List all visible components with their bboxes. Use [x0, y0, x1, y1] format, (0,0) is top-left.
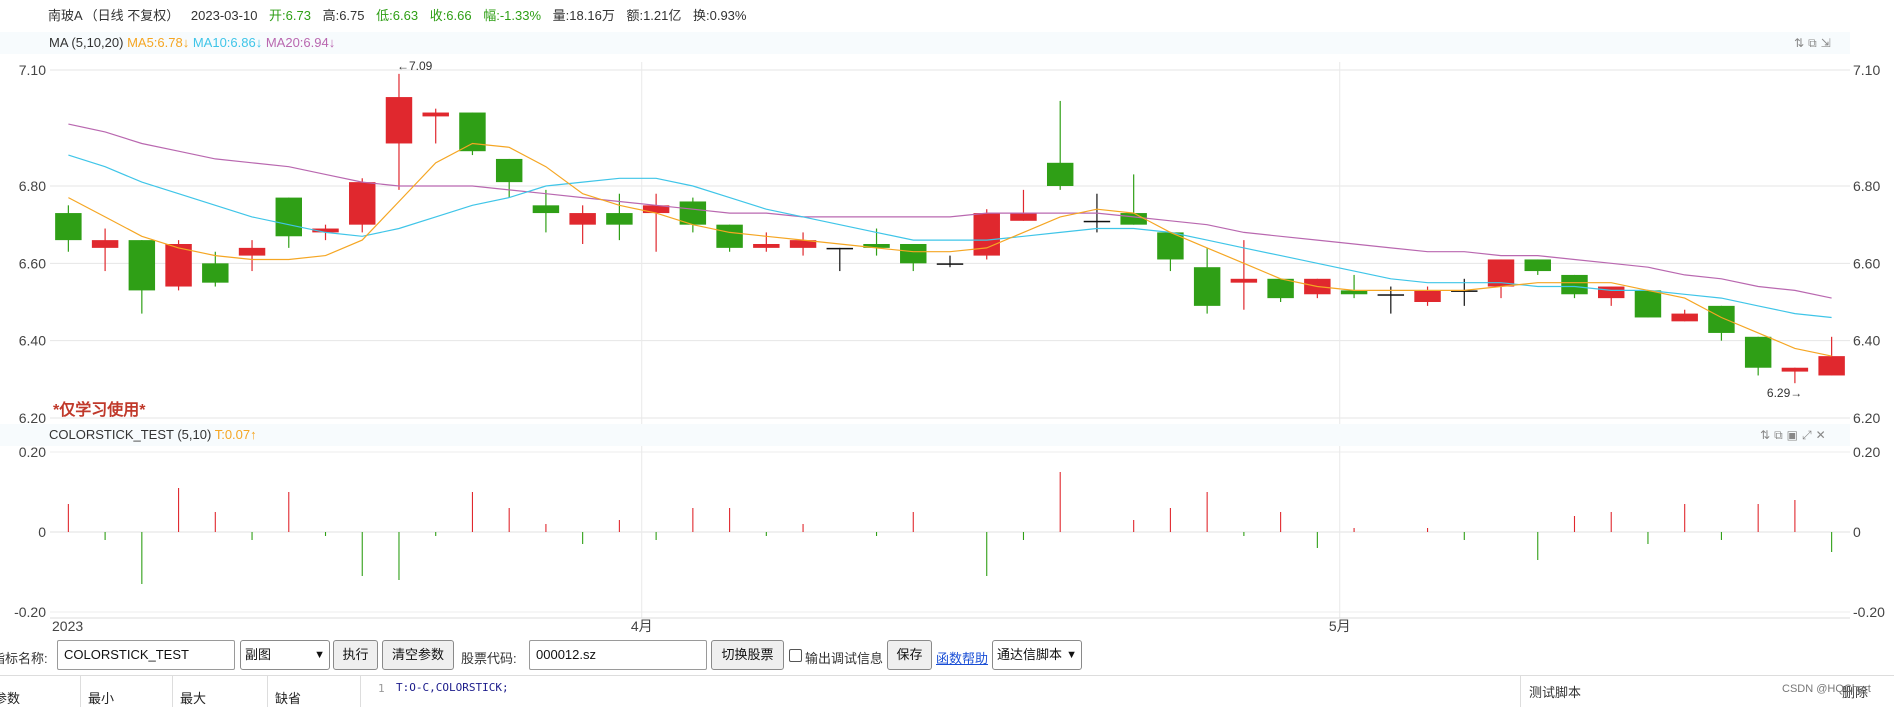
candle-body: [1561, 274, 1588, 295]
candle-body: [1671, 313, 1698, 322]
param-header: 参数: [0, 691, 21, 706]
candle-body: [1267, 278, 1294, 299]
watermark: *仅学习使用*: [53, 400, 146, 419]
candle-body: [459, 112, 486, 152]
chevron-down-icon: ▼: [314, 649, 325, 661]
candle-body: [1120, 213, 1147, 225]
candle-body: [495, 158, 523, 183]
y-tick-label-right: 6.60: [1853, 255, 1880, 271]
candle-body: [1818, 356, 1845, 376]
candle-body: [1524, 259, 1551, 272]
candle-body: [936, 263, 964, 265]
y-tick-label-left: 6.60: [19, 255, 46, 271]
min-header: 最小: [88, 691, 115, 706]
candle-body: [1193, 267, 1221, 306]
x-tick-label: 2023: [52, 618, 83, 634]
y-tick-label-left: 6.20: [19, 410, 46, 426]
x-tick-label: 5月: [1329, 618, 1351, 634]
candle-body: [900, 244, 927, 264]
candle-body: [1634, 290, 1662, 318]
function-help-link[interactable]: 函数帮助: [936, 648, 988, 667]
ma20-line: [68, 123, 1832, 299]
indicator-name-label: 指标名称:: [0, 651, 48, 666]
y-tick-label-right: 6.20: [1853, 410, 1880, 426]
candle-body: [1230, 278, 1258, 283]
script-code: T:O-C,COLORSTICK;: [396, 681, 509, 694]
chart-type-value: 副图: [245, 647, 272, 662]
bottom-panel: 参数 最小 最大 缺省 1 T:O-C,COLORSTICK; 测试脚本 删除 …: [0, 675, 1894, 707]
credit-text: CSDN @HQChart: [1782, 683, 1871, 695]
candle-body: [275, 197, 302, 237]
candle-body: [1010, 213, 1037, 221]
script-type-value: 通达信脚本: [997, 647, 1063, 662]
x-tick-label: 4月: [631, 618, 653, 634]
candle-body: [716, 224, 743, 248]
ma-lines: [68, 123, 1832, 357]
y-tick-label-right: 7.10: [1853, 62, 1880, 78]
y-tick-label-right: 6.40: [1853, 333, 1880, 349]
switch-stock-button[interactable]: 切换股票: [711, 640, 784, 670]
candle-body: [1046, 162, 1074, 186]
candle-body: [753, 244, 780, 248]
sub-y-tick-label-left: 0.20: [19, 444, 46, 460]
candle-body: [1377, 294, 1405, 296]
candles: [55, 73, 1845, 384]
candle-body: [1781, 367, 1809, 372]
candle-body: [55, 213, 82, 241]
sub-y-tick-label-right: 0: [1853, 524, 1861, 540]
axes: 7.10 7.10 6.80 6.80 6.60 6.60 6.40 6.40 6.20 6.20…: [14, 62, 1885, 634]
candle-body: [606, 213, 633, 225]
candle-body: [128, 240, 156, 291]
chart-type-select[interactable]: 副图 ▼: [240, 640, 330, 670]
high-annotation: ←7.09: [397, 59, 433, 73]
run-button[interactable]: 执行: [333, 640, 378, 670]
chart-grid: [50, 62, 1850, 619]
clear-params-button[interactable]: 清空参数: [382, 640, 454, 670]
candle-body: [1598, 286, 1625, 299]
candle-body: [1414, 290, 1441, 302]
test-script-label: 测试脚本: [1529, 685, 1582, 700]
y-tick-label-left: 7.10: [19, 62, 46, 78]
candle-body: [1083, 220, 1111, 223]
indicator-name-input[interactable]: COLORSTICK_TEST: [57, 640, 235, 670]
candle-body: [238, 247, 266, 256]
candle-body: [202, 263, 229, 283]
candle-body: [385, 97, 413, 144]
colorsticks: [67, 472, 1833, 584]
y-tick-label-left: 6.80: [19, 178, 46, 194]
y-tick-label-right: 6.80: [1853, 178, 1880, 194]
sub-y-tick-label-right: -0.20: [1853, 604, 1885, 620]
indicator-toolbar: 指标名称: COLORSTICK_TEST 副图▼ 执行 清空参数 股票代码: …: [0, 640, 1894, 672]
candle-body: [349, 182, 376, 225]
y-tick-label-left: 6.40: [19, 333, 46, 349]
sub-y-tick-label-right: 0.20: [1853, 444, 1880, 460]
save-button[interactable]: 保存: [887, 640, 932, 670]
line-number: 1: [378, 682, 385, 695]
stock-code-label: 股票代码:: [461, 651, 517, 666]
candle-body: [1744, 336, 1772, 368]
stock-code-input[interactable]: 000012.sz: [529, 640, 707, 670]
low-annotation: 6.29→: [1767, 386, 1802, 400]
candle-body: [569, 213, 596, 225]
kline-chart[interactable]: 7.10 7.10 6.80 6.80 6.60 6.60 6.40 6.40 6.20 6.20…: [0, 0, 1894, 640]
script-editor[interactable]: 1 T:O-C,COLORSTICK;: [370, 676, 1520, 707]
candle-body: [91, 240, 119, 248]
candle-body: [532, 205, 560, 214]
candle-body: [826, 247, 854, 250]
chevron-down-icon: ▼: [1066, 649, 1077, 661]
candle-body: [1708, 305, 1735, 333]
sub-y-tick-label-left: -0.20: [14, 604, 46, 620]
default-header: 缺省: [275, 691, 302, 706]
max-header: 最大: [180, 691, 207, 706]
debug-label: 输出调试信息: [805, 651, 884, 666]
sub-y-tick-label-left: 0: [38, 524, 46, 540]
debug-checkbox[interactable]: [789, 649, 802, 662]
candle-body: [422, 112, 449, 117]
script-type-select[interactable]: 通达信脚本 ▼: [992, 640, 1082, 670]
params-table-header: 参数 最小 最大 缺省: [0, 676, 361, 707]
